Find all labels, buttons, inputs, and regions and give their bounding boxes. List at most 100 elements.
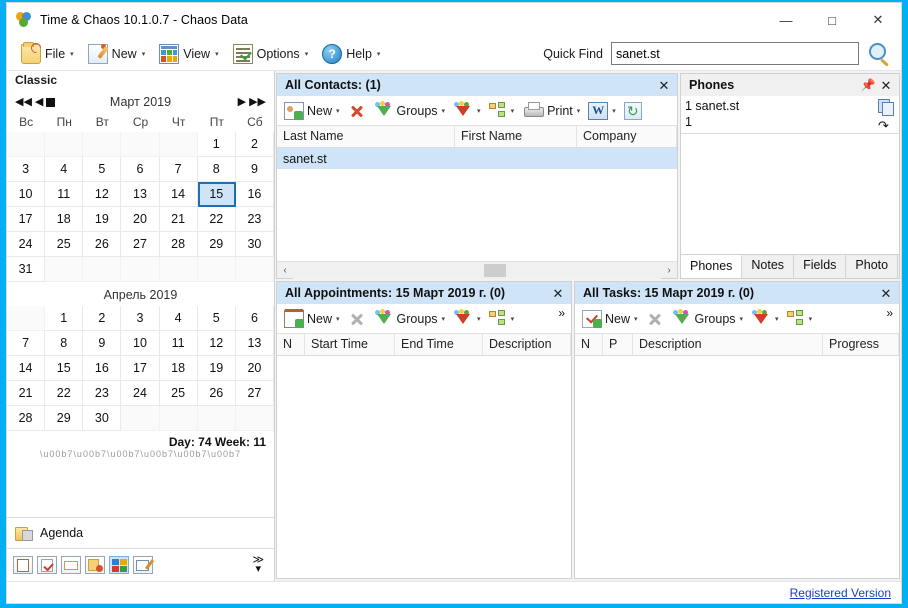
tasks-tree-button[interactable]: ▾ [784,308,816,330]
toolbar-new[interactable]: New ▾ [82,41,152,67]
appointments-col-start-time[interactable]: Start Time [305,334,395,355]
march-day-16[interactable]: 16 [235,182,274,207]
tab-phones[interactable]: Phones [681,255,743,278]
april-day-19[interactable]: 19 [197,356,236,381]
april-day-17[interactable]: 17 [121,356,160,381]
march-day-18[interactable]: 18 [45,207,84,232]
appointments-groups-button[interactable]: Groups ▾ [371,308,449,330]
march-day-8[interactable]: 8 [197,157,236,182]
tab-notes[interactable]: Notes [742,255,795,278]
scroll-left-icon[interactable]: ‹ [277,265,293,276]
dial-arrow-icon[interactable]: ↷ [878,119,894,133]
contacts-col-company[interactable]: Company [577,126,677,147]
april-day-2[interactable]: 2 [83,306,122,331]
march-day-3[interactable]: 3 [7,157,46,182]
contacts-refresh-button[interactable] [621,100,645,122]
task-check-icon[interactable] [37,556,57,574]
april-day-4[interactable]: 4 [159,306,198,331]
appointment-clock-icon[interactable] [85,556,105,574]
april-day-11[interactable]: 11 [159,331,198,356]
toolbar-view[interactable]: View ▾ [153,41,224,67]
tasks-col-progress[interactable]: Progress [823,334,899,355]
march-day-5[interactable]: 5 [83,157,122,182]
calendar-grid-march[interactable]: 1 2 3 4 5 6 7 8 9 10 11 12 13 14 15 16 17 18 19 20 21 22 23 24 2… [7,132,274,282]
march-day-31[interactable]: 31 [7,257,46,282]
splitter-grip[interactable]: \u00b7\u00b7\u00b7\u00b7\u00b7\u00b7 [7,450,274,459]
tasks-new-button[interactable]: New ▾ [579,308,641,330]
april-day-29[interactable]: 29 [45,406,84,431]
april-day-1[interactable]: 1 [45,306,84,331]
march-day-22[interactable]: 22 [197,207,236,232]
march-day-10[interactable]: 10 [7,182,46,207]
april-day-18[interactable]: 18 [159,356,198,381]
april-day-7[interactable]: 7 [7,331,46,356]
phone-line-1[interactable]: 1 sanet.st [685,98,873,114]
march-day-15[interactable]: 15 [197,182,236,207]
april-day-22[interactable]: 22 [45,381,84,406]
april-day-3[interactable]: 3 [121,306,160,331]
scroll-right-icon[interactable]: › [661,265,677,276]
april-day-6[interactable]: 6 [235,306,274,331]
april-day-5[interactable]: 5 [197,306,236,331]
march-day-29[interactable]: 29 [197,232,236,257]
minimize-button[interactable]: — [763,3,809,37]
tasks-overflow-icon[interactable]: » [886,306,893,320]
tab-photo[interactable]: Photo [846,255,899,278]
april-day-28[interactable]: 28 [7,406,46,431]
march-day-28[interactable]: 28 [159,232,198,257]
phone-line-2[interactable]: 1 [685,114,873,130]
march-day-19[interactable]: 19 [83,207,122,232]
contacts-delete-button[interactable] [345,100,369,122]
march-day-6[interactable]: 6 [121,157,160,182]
phones-close-icon[interactable]: ✕ [877,76,895,94]
april-day-30[interactable]: 30 [83,406,122,431]
calendar-grid-april[interactable]: 1 2 3 4 5 6 7 8 9 10 11 12 13 14 15 16 17 18 19 20 21 22 23 24 2… [7,306,274,431]
search-input[interactable] [611,42,859,65]
april-day-20[interactable]: 20 [235,356,274,381]
scroll-track[interactable] [293,261,661,279]
registered-version-link[interactable]: Registered Version [790,586,891,600]
tasks-col-n[interactable]: N [575,334,603,355]
april-day-13[interactable]: 13 [235,331,274,356]
magnifier-icon[interactable] [867,42,891,66]
contacts-word-export-button[interactable]: W ▾ [585,100,619,122]
tasks-groups-button[interactable]: Groups ▾ [669,308,747,330]
march-day-25[interactable]: 25 [45,232,84,257]
contacts-hscrollbar[interactable]: ‹ › [277,261,677,279]
tasks-close-icon[interactable]: ✕ [877,284,895,302]
march-day-11[interactable]: 11 [45,182,84,207]
march-day-9[interactable]: 9 [235,157,274,182]
contacts-tree-button[interactable]: ▾ [486,100,518,122]
contacts-card-icon[interactable] [13,556,33,574]
appointments-col-n[interactable]: N [277,334,305,355]
contacts-new-button[interactable]: New ▾ [281,100,343,122]
march-day-13[interactable]: 13 [121,182,160,207]
march-day-17[interactable]: 17 [7,207,46,232]
pin-icon[interactable]: 📌 [859,76,877,94]
contacts-print-button[interactable]: Print ▾ [519,100,583,122]
april-day-21[interactable]: 21 [7,381,46,406]
appointments-list[interactable] [277,356,571,578]
tasks-col-p[interactable]: P [603,334,633,355]
march-day-24[interactable]: 24 [7,232,46,257]
april-day-24[interactable]: 24 [121,381,160,406]
contacts-col-first-name[interactable]: First Name [455,126,577,147]
april-day-10[interactable]: 10 [121,331,160,356]
notepad-pencil-icon[interactable] [133,556,153,574]
four-color-grid-icon[interactable] [109,556,129,574]
april-day-14[interactable]: 14 [7,356,46,381]
appointments-delete-button[interactable] [345,308,369,330]
appointments-tree-button[interactable]: ▾ [486,308,518,330]
appointments-new-button[interactable]: New ▾ [281,308,343,330]
april-day-26[interactable]: 26 [197,381,236,406]
sidebar-item-agenda[interactable]: Agenda [7,517,274,549]
appointments-col-description[interactable]: Description [483,334,571,355]
march-day-7[interactable]: 7 [159,157,198,182]
march-day-4[interactable]: 4 [45,157,84,182]
appointments-close-icon[interactable]: ✕ [549,284,567,302]
april-day-12[interactable]: 12 [197,331,236,356]
close-button[interactable]: ✕ [855,3,901,37]
march-day-12[interactable]: 12 [83,182,122,207]
toolbar-file[interactable]: File ▾ [15,41,80,67]
contacts-col-last-name[interactable]: Last Name [277,126,455,147]
